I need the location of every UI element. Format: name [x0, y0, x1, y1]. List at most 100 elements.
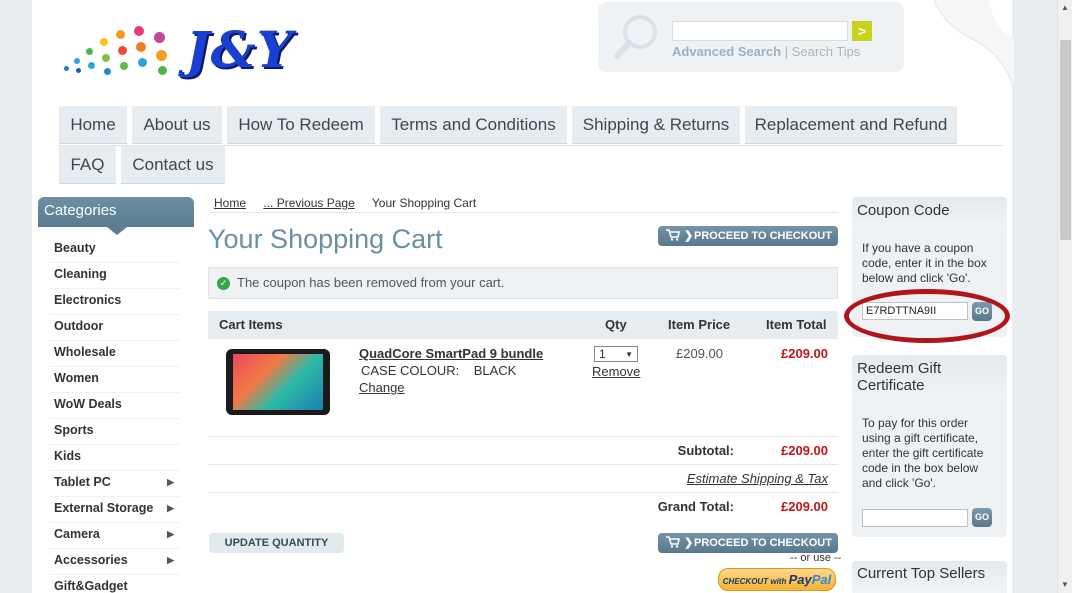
proceed-to-checkout-button-bottom[interactable]: ❯ PROCEED TO CHECKOUT: [658, 533, 838, 553]
subtotal-row: Subtotal: £209.00: [208, 437, 838, 465]
advanced-search-link[interactable]: Advanced Search: [672, 44, 781, 59]
category-label: Cleaning: [54, 267, 107, 281]
site-logo[interactable]: J&Y: [62, 18, 332, 82]
category-gift-gadget[interactable]: Gift&Gadget: [50, 575, 180, 593]
category-tablet-pc[interactable]: Tablet PC ▶: [50, 471, 180, 497]
chevron-right-icon: ▶: [167, 503, 174, 513]
chevron-right-icon: ▶: [167, 555, 174, 565]
page-title: Your Shopping Cart: [208, 224, 443, 254]
paypal-pal: Pal: [811, 572, 832, 587]
gift-certificate-instructions: To pay for this order using a gift certi…: [862, 416, 984, 490]
vertical-scrollbar[interactable]: ▲ ▼: [1057, 0, 1072, 593]
header-item-price: Item Price: [668, 317, 731, 332]
nav-faq[interactable]: FAQ: [59, 146, 116, 184]
category-accessories[interactable]: Accessories ▶: [50, 549, 180, 575]
category-label: Tablet PC: [54, 475, 111, 489]
paypal-with: with: [770, 577, 787, 586]
checkout-label: PROCEED TO CHECKOUT: [694, 230, 832, 242]
chevron-right-icon: ▶: [167, 477, 174, 487]
logo-text: J&Y: [186, 20, 294, 79]
grand-total-value: £209.00: [781, 499, 828, 514]
product-image-screen: [233, 354, 323, 410]
top-sellers-title: Current Top Sellers: [852, 561, 1007, 593]
category-cleaning[interactable]: Cleaning: [50, 263, 180, 289]
category-label: Electronics: [54, 293, 122, 307]
category-wholesale[interactable]: Wholesale: [50, 341, 180, 367]
shopping-cart-icon: [666, 536, 680, 548]
category-kids[interactable]: Kids: [50, 445, 180, 471]
category-external-storage[interactable]: External Storage ▶: [50, 497, 180, 523]
category-label: Gift&Gadget: [54, 579, 128, 593]
category-wow-deals[interactable]: WoW Deals: [50, 393, 180, 419]
category-outdoor[interactable]: Outdoor: [50, 315, 180, 341]
cart-item-row: QuadCore SmartPad 9 bundle CASE COLOUR: …: [208, 339, 838, 437]
category-camera[interactable]: Camera ▶: [50, 523, 180, 549]
nav-contact-us[interactable]: Contact us: [121, 146, 225, 184]
coupon-title: Coupon Code: [852, 197, 1007, 229]
product-image[interactable]: [226, 349, 330, 415]
category-label: Outdoor: [54, 319, 104, 333]
search-input[interactable]: [672, 21, 848, 41]
message-text: The coupon has been removed from your ca…: [237, 275, 505, 290]
checkout-label: PROCEED TO CHECKOUT: [694, 537, 832, 549]
category-label: Wholesale: [54, 345, 116, 359]
cart-table-header: Cart Items Qty Item Price Item Total: [208, 311, 838, 339]
scroll-down-icon[interactable]: ▼: [1061, 580, 1069, 589]
coupon-instructions: If you have a coupon code, enter it in t…: [862, 241, 987, 285]
paypal-checkout-button[interactable]: CHECKOUT with PayPal: [718, 568, 836, 591]
category-electronics[interactable]: Electronics: [50, 289, 180, 315]
category-label: Camera: [54, 527, 100, 541]
nav-about-us[interactable]: About us: [132, 106, 222, 144]
breadcrumb-home-link[interactable]: Home: [214, 196, 246, 210]
update-quantity-button[interactable]: UPDATE QUANTITY: [209, 533, 344, 553]
category-beauty[interactable]: Beauty: [50, 237, 180, 263]
breadcrumb-previous-link[interactable]: ... Previous Page: [263, 196, 354, 210]
header-item-total: Item Total: [766, 317, 827, 332]
estimate-row: Estimate Shipping & Tax: [208, 465, 838, 493]
nav-how-to-redeem[interactable]: How To Redeem: [227, 106, 375, 144]
search-tips-link[interactable]: Search Tips: [792, 44, 861, 59]
paypal-pay: Pay: [788, 572, 812, 587]
search-links: Advanced Search | Search Tips: [672, 44, 860, 59]
category-label: Accessories: [54, 553, 128, 567]
scrollbar-thumb[interactable]: [1060, 40, 1071, 240]
option-value: BLACK: [473, 363, 517, 378]
header-cart-items: Cart Items: [219, 317, 283, 332]
grand-total-label: Grand Total:: [657, 499, 734, 514]
nav-terms[interactable]: Terms and Conditions: [380, 106, 567, 144]
success-check-icon: ✓: [217, 277, 230, 290]
paypal-prefix: CHECKOUT: [722, 577, 769, 586]
magnifier-icon: [614, 15, 657, 59]
category-label: Women: [54, 371, 99, 385]
gift-go-button[interactable]: GO: [972, 508, 992, 527]
change-option-link[interactable]: Change: [359, 380, 405, 395]
subtotal-label: Subtotal:: [677, 443, 734, 458]
categories-header: Categories: [38, 197, 194, 227]
search-go-button[interactable]: >: [852, 21, 872, 41]
category-label: Beauty: [54, 241, 96, 255]
dropdown-arrow-icon: ▼: [625, 350, 633, 359]
scroll-up-icon[interactable]: ▲: [1061, 3, 1069, 12]
gift-certificate-input[interactable]: [862, 509, 968, 527]
page-curl-decoration: [934, 0, 1014, 90]
nav-replacement-refund[interactable]: Replacement and Refund: [745, 106, 957, 144]
breadcrumb-current: Your Shopping Cart: [371, 196, 477, 210]
category-label: Kids: [54, 449, 82, 463]
item-total: £209.00: [781, 346, 828, 361]
category-label: WoW Deals: [54, 397, 122, 411]
item-price: £209.00: [676, 346, 723, 361]
chevron-right-icon: ❯: [684, 537, 694, 549]
highlight-ellipse: [844, 289, 1010, 343]
category-sports[interactable]: Sports: [50, 419, 180, 445]
quantity-select[interactable]: 1 ▼: [594, 346, 638, 362]
estimate-shipping-link[interactable]: Estimate Shipping & Tax: [687, 465, 828, 493]
nav-home[interactable]: Home: [59, 106, 127, 144]
chevron-right-icon: ▶: [167, 529, 174, 539]
nav-shipping-returns[interactable]: Shipping & Returns: [572, 106, 740, 144]
product-name-link[interactable]: QuadCore SmartPad 9 bundle: [359, 346, 543, 361]
category-women[interactable]: Women: [50, 367, 180, 393]
proceed-to-checkout-button-top[interactable]: ❯ PROCEED TO CHECKOUT: [658, 226, 838, 246]
category-label: External Storage: [54, 501, 154, 515]
chevron-right-icon: ❯: [684, 230, 694, 242]
remove-item-link[interactable]: Remove: [592, 364, 640, 379]
